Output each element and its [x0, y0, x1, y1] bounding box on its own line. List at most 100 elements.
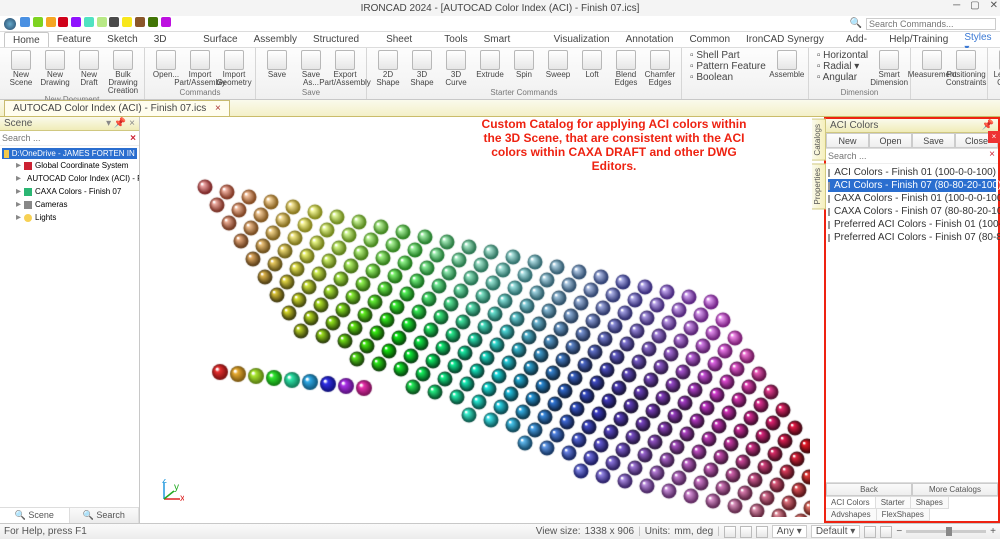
status-tool-4[interactable] [864, 526, 876, 538]
catalog-nav-more-catalogs[interactable]: More Catalogs [912, 483, 998, 496]
ribbon-mini-item[interactable]: ▫ Shell Part [688, 50, 768, 61]
catalog-new-button[interactable]: New [826, 133, 869, 148]
ribbon-tab-sketch[interactable]: Sketch [99, 32, 146, 47]
qat-button[interactable] [84, 17, 94, 27]
ribbon-tab-assembly[interactable]: Assembly [246, 32, 305, 47]
tree-item[interactable]: ▸Cameras [14, 198, 137, 211]
close-doc-icon[interactable]: × [215, 103, 221, 114]
ribbon-tab-3d-curve[interactable]: 3D Curve [146, 32, 195, 47]
command-search[interactable]: 🔍 [850, 18, 996, 30]
qat-button[interactable] [109, 17, 119, 27]
catalog-item[interactable]: ACI Colors - Finish 01 (100-0-0-100) [828, 166, 996, 179]
ribbon-cmd-3d-curve[interactable]: 3D Curve [441, 50, 471, 87]
ribbon-cmd-learning-center[interactable]: Learning Center [994, 50, 1000, 87]
ribbon-tab-smart-emarkup[interactable]: Smart eMarkup [476, 32, 546, 47]
status-tool-3[interactable] [756, 526, 768, 538]
catalog-save-button[interactable]: Save [912, 133, 955, 148]
ribbon-cmd-new-draft[interactable]: New Draft [74, 50, 104, 95]
ribbon-cmd-save[interactable]: Save [262, 50, 292, 87]
ribbon-mini-item[interactable]: ▫ Radial ▾ [815, 61, 870, 72]
qat-button[interactable] [58, 17, 68, 27]
ribbon-tab-surface[interactable]: Surface [195, 32, 245, 47]
qat-button[interactable] [20, 17, 30, 27]
ribbon-mini-item[interactable]: ▫ Horizontal [815, 50, 870, 61]
minimize-icon[interactable]: ─ [953, 0, 960, 11]
ribbon-cmd-positioning-constraints[interactable]: Positioning Constraints [951, 50, 981, 87]
viewport-3d[interactable]: Custom Catalog for applying ACI colors w… [140, 117, 824, 523]
side-tab-properties[interactable]: Properties [812, 163, 826, 209]
qat-button[interactable] [122, 17, 132, 27]
ribbon-cmd-assemble[interactable]: Assemble [772, 50, 802, 83]
status-tool-5[interactable] [880, 526, 892, 538]
document-tab[interactable]: AUTOCAD Color Index (ACI) - Finish 07.ic… [4, 100, 230, 116]
catalog-item[interactable]: CAXA Colors - Finish 01 (100-0-0-100) [828, 192, 996, 205]
ribbon-tab-ironcad-synergy-client[interactable]: IronCAD Synergy Client [738, 32, 838, 47]
app-menu-icon[interactable] [4, 18, 16, 30]
ribbon-cmd-new-scene[interactable]: New Scene [6, 50, 36, 95]
catalog-item[interactable]: ACI Colors - Finish 07 (80-80-20-100) [828, 179, 996, 192]
catalog-item[interactable]: Preferred ACI Colors - Finish 07 (80-80-… [828, 231, 996, 244]
qat-button[interactable] [46, 17, 56, 27]
ribbon-cmd-import-geometry[interactable]: Import Geometry [219, 50, 249, 87]
ribbon-tab-sheet-metal[interactable]: Sheet Metal [378, 32, 436, 47]
qat-button[interactable] [135, 17, 145, 27]
ribbon-tab-structured-parts[interactable]: Structured Parts [305, 32, 378, 47]
zoom-in-icon[interactable]: + [990, 526, 996, 537]
qat-button[interactable] [161, 17, 171, 27]
ribbon-tab-visualization[interactable]: Visualization [546, 32, 618, 47]
scene-search-input[interactable] [0, 131, 127, 145]
catalog-item[interactable]: Preferred ACI Colors - Finish 01 (100-0-… [828, 218, 996, 231]
ribbon-cmd-bulk-drawing-creation[interactable]: Bulk Drawing Creation [108, 50, 138, 95]
config-dropdown[interactable]: Default ▾ [811, 525, 861, 538]
ribbon-tab-home[interactable]: Home [4, 32, 49, 47]
scene-tree[interactable]: D:\OneDrive - JAMES FORTEN INDUSTRIAL LT… [0, 146, 139, 507]
zoom-out-icon[interactable]: − [896, 526, 902, 537]
ribbon-mini-item[interactable]: ▫ Pattern Feature [688, 61, 768, 72]
catalog-list[interactable]: ACI Colors - Finish 01 (100-0-0-100)ACI … [826, 164, 998, 482]
catalog-pin-icon[interactable]: 📌 [982, 120, 994, 131]
ribbon-tab-annotation[interactable]: Annotation [618, 32, 682, 47]
ribbon-tab-common[interactable]: Common [681, 32, 738, 47]
catalog-close-icon[interactable]: × [988, 131, 1000, 143]
tree-item[interactable]: ▸Lights [14, 211, 137, 224]
ribbon-mini-item[interactable]: ▫ Angular [815, 72, 870, 83]
ribbon-cmd-export-part-assembly[interactable]: Export Part/Assembly [330, 50, 360, 87]
zoom-slider[interactable] [906, 530, 986, 533]
ribbon-cmd-chamfer-edges[interactable]: Chamfer Edges [645, 50, 675, 87]
ribbon-cmd-sweep[interactable]: Sweep [543, 50, 573, 87]
styles-dropdown[interactable]: Styles ▾ [956, 32, 1000, 47]
tree-item[interactable]: ▸CAXA Colors - Finish 07 [14, 185, 137, 198]
ribbon-cmd-import-part-assembly[interactable]: Import Part/Assembly [185, 50, 215, 87]
command-search-input[interactable] [866, 18, 996, 30]
snap-mode-dropdown[interactable]: Any ▾ [772, 525, 807, 538]
pin-icon[interactable]: ▾ 📌 × [106, 118, 135, 129]
ribbon-cmd-2d-shape[interactable]: 2D Shape [373, 50, 403, 87]
ribbon-mini-item[interactable]: ▫ Boolean [688, 72, 768, 83]
catalog-open-button[interactable]: Open [869, 133, 912, 148]
ribbon-tab-tools[interactable]: Tools [436, 32, 475, 47]
status-tool-1[interactable] [724, 526, 736, 538]
tree-root[interactable]: D:\OneDrive - JAMES FORTEN INDUSTRIAL LT… [2, 148, 137, 159]
catalog-tab-advshapes[interactable]: Advshapes [826, 509, 877, 521]
ribbon-tab-add-ins[interactable]: Add-Ins [838, 32, 881, 47]
catalog-tab-shapes[interactable]: Shapes [911, 497, 949, 509]
scene-tab-search[interactable]: 🔍 Search [70, 508, 140, 523]
ribbon-cmd-smart-dimension[interactable]: Smart Dimension [874, 50, 904, 87]
ribbon-cmd-measurement[interactable]: Measurement [917, 50, 947, 87]
maximize-icon[interactable]: ▢ [970, 0, 979, 11]
ribbon-cmd-blend-edges[interactable]: Blend Edges [611, 50, 641, 87]
qat-button[interactable] [148, 17, 158, 27]
ribbon-cmd-extrude[interactable]: Extrude [475, 50, 505, 87]
qat-button[interactable] [33, 17, 43, 27]
status-tool-2[interactable] [740, 526, 752, 538]
catalog-nav-back[interactable]: Back [826, 483, 912, 496]
side-tab-catalogs[interactable]: Catalogs [812, 119, 826, 161]
ribbon-tab-feature[interactable]: Feature [49, 32, 99, 47]
catalog-item[interactable]: CAXA Colors - Finish 07 (80-80-20-100) [828, 205, 996, 218]
catalog-search-clear-icon[interactable]: × [986, 149, 998, 163]
qat-button[interactable] [71, 17, 81, 27]
ribbon-cmd-loft[interactable]: Loft [577, 50, 607, 87]
ribbon-cmd-3d-shape[interactable]: 3D Shape [407, 50, 437, 87]
close-icon[interactable]: ✕ [990, 0, 998, 11]
catalog-tab-flexshapes[interactable]: FlexShapes [877, 509, 930, 521]
